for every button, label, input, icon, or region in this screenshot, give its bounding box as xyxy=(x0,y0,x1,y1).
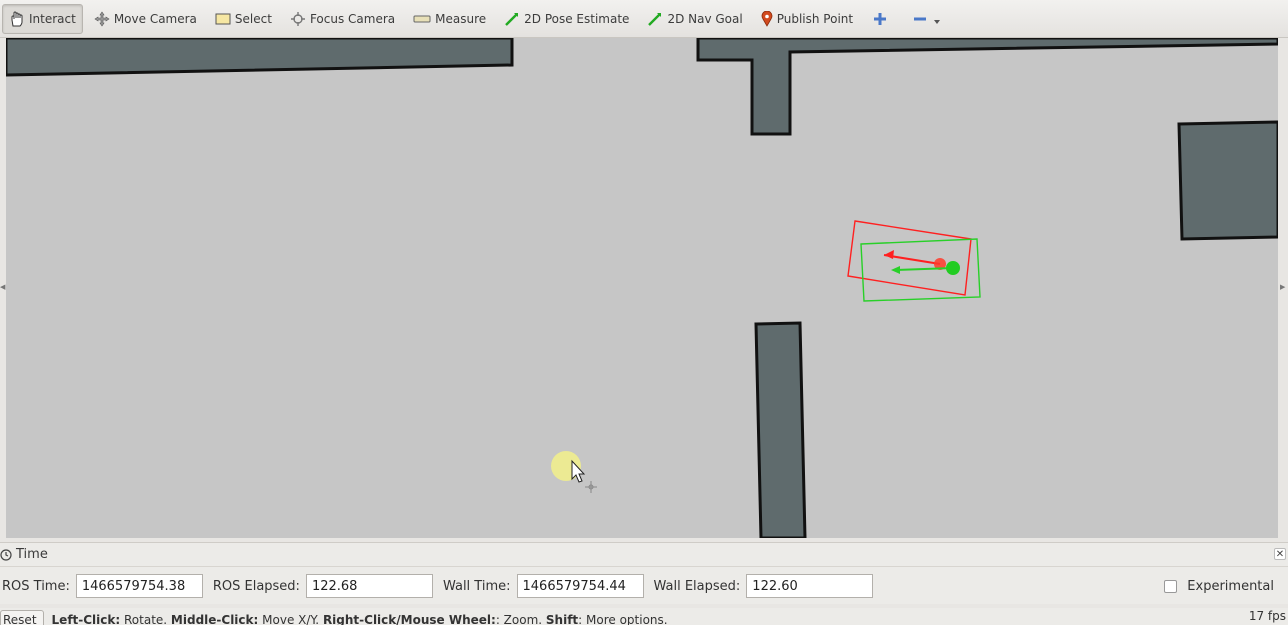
chevron-down-icon xyxy=(934,19,941,24)
splitter-left-arrow-icon: ◀ xyxy=(0,283,6,291)
splitter-right-arrow-icon: ▶ xyxy=(1280,283,1286,291)
map-wall xyxy=(1177,120,1278,241)
publish-point-label: Publish Point xyxy=(776,11,854,26)
clock-icon xyxy=(0,548,12,561)
map-canvas[interactable] xyxy=(6,38,1278,538)
mouse-hint-text: Left-Click: Rotate. Middle-Click: Move X… xyxy=(52,613,668,625)
time-panel-title: Time xyxy=(16,547,48,562)
measure-icon xyxy=(413,15,431,22)
measure-label: Measure xyxy=(435,11,487,26)
fps-counter: 17 fps xyxy=(1248,609,1286,623)
focus-camera-label: Focus Camera xyxy=(309,11,396,26)
interact-tool-button[interactable]: Interact xyxy=(2,3,83,34)
hint-left-value: Rotate. xyxy=(120,613,171,625)
hint-right-key: Right-Click/Mouse Wheel: xyxy=(322,613,496,625)
plus-cross-icon xyxy=(874,12,887,25)
move-camera-tool-button[interactable]: Move Camera xyxy=(87,4,204,34)
move-camera-label: Move Camera xyxy=(113,11,197,26)
nav-goal-arrow-icon xyxy=(648,12,662,26)
pose-arrow-icon xyxy=(505,12,519,26)
ros-time-field[interactable] xyxy=(75,574,203,598)
hint-shift-key: Shift xyxy=(545,613,579,625)
wall-time-field[interactable] xyxy=(516,574,644,598)
ros-elapsed-label: ROS Elapsed: xyxy=(212,578,300,594)
status-bar: Reset Left-Click: Rotate. Middle-Click: … xyxy=(0,608,1288,625)
nav-goal-tool-button[interactable]: 2D Nav Goal xyxy=(640,4,749,34)
map-wall xyxy=(754,321,807,538)
map-pin-icon xyxy=(761,10,773,27)
nav-goal-label: 2D Nav Goal xyxy=(667,11,743,26)
hand-icon xyxy=(11,10,23,26)
wall-time-label: Wall Time: xyxy=(442,578,511,594)
select-icon xyxy=(215,13,231,24)
ros-time-label: ROS Time: xyxy=(2,578,70,594)
wall-elapsed-field[interactable] xyxy=(746,574,874,598)
experimental-option: Experimental xyxy=(1164,579,1274,594)
time-panel-header: Time ✕ xyxy=(0,543,1288,567)
close-icon[interactable]: ✕ xyxy=(1274,548,1286,560)
hint-middle-key: Middle-Click: xyxy=(170,613,259,625)
add-tool-button[interactable] xyxy=(864,4,900,34)
right-splitter[interactable]: ▶ xyxy=(1278,38,1288,538)
select-tool-button[interactable]: Select xyxy=(208,4,279,34)
wall-elapsed-label: Wall Elapsed: xyxy=(653,578,741,594)
pose-estimate-tool-button[interactable]: 2D Pose Estimate xyxy=(497,4,636,34)
ros-elapsed-field[interactable] xyxy=(305,574,433,598)
focus-camera-tool-button[interactable]: Focus Camera xyxy=(283,4,402,34)
select-label: Select xyxy=(234,11,272,26)
time-fields-row: ROS Time: ROS Elapsed: Wall Time: Wall E… xyxy=(0,567,1288,605)
experimental-label: Experimental xyxy=(1187,578,1274,594)
reset-button[interactable]: Reset xyxy=(0,610,44,625)
measure-tool-button[interactable]: Measure xyxy=(406,4,493,34)
hint-shift-value: : More options. xyxy=(578,613,668,625)
move-camera-icon xyxy=(94,10,110,27)
remove-tool-dropdown[interactable] xyxy=(904,4,954,34)
map-free-space xyxy=(6,38,1278,538)
interact-label: Interact xyxy=(29,11,76,26)
rviz-window: Interact Move Camera Select Focus Camera… xyxy=(0,0,1288,625)
experimental-checkbox[interactable] xyxy=(1164,579,1178,593)
hint-right-value: : Zoom. xyxy=(495,613,546,625)
hint-middle-value: Move X/Y. xyxy=(258,613,323,625)
focus-camera-icon xyxy=(290,11,305,26)
render-viewport[interactable] xyxy=(6,38,1278,538)
hint-left-key: Left-Click: xyxy=(51,613,121,625)
publish-point-tool-button[interactable]: Publish Point xyxy=(754,4,860,34)
minus-icon xyxy=(914,17,927,20)
time-panel: Time ✕ ROS Time: ROS Elapsed: Wall Time:… xyxy=(0,542,1288,604)
toolbar: Interact Move Camera Select Focus Camera… xyxy=(0,0,1288,38)
pose-estimate-label: 2D Pose Estimate xyxy=(524,11,630,26)
